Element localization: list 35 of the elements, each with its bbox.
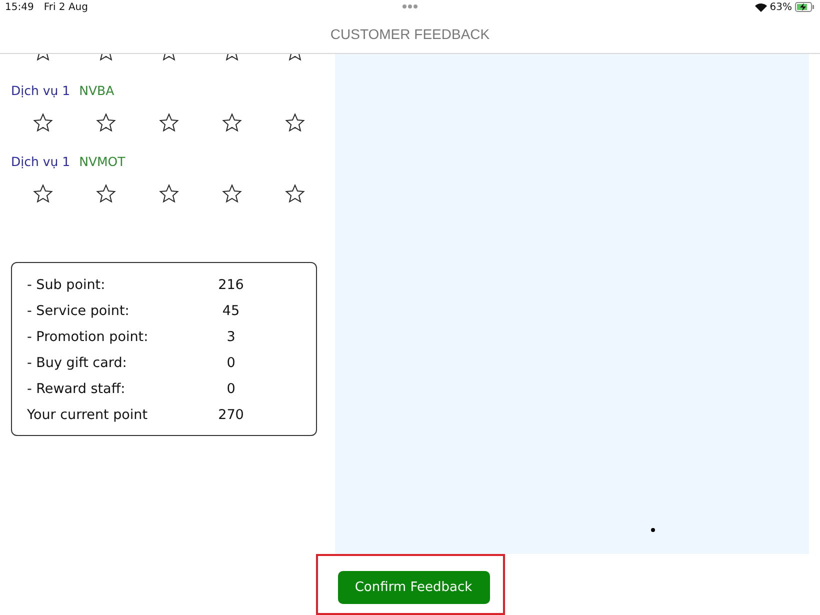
point-value: 216 xyxy=(217,277,245,293)
point-value: 0 xyxy=(226,355,236,371)
point-value: 0 xyxy=(226,381,236,397)
star-icon[interactable] xyxy=(222,184,242,203)
status-time: 15:49 xyxy=(5,2,34,12)
point-value: 45 xyxy=(221,303,241,319)
staff-name: NVBA xyxy=(79,83,114,98)
star-icon[interactable] xyxy=(96,113,116,132)
point-label: - Reward staff: xyxy=(27,381,126,397)
battery-percent: 63% xyxy=(770,2,792,12)
star-icon[interactable] xyxy=(222,113,242,132)
point-value: 270 xyxy=(217,407,245,423)
point-label: Your current point xyxy=(27,407,149,423)
star-icon[interactable] xyxy=(96,184,116,203)
star-icon[interactable] xyxy=(285,113,305,132)
wifi-icon xyxy=(754,2,767,12)
point-value: 3 xyxy=(226,329,236,345)
page-title: CUSTOMER FEEDBACK xyxy=(330,26,490,42)
more-icon[interactable] xyxy=(402,4,418,9)
point-label: - Buy gift card: xyxy=(27,355,128,371)
star-icon[interactable] xyxy=(33,113,53,132)
star-icon[interactable] xyxy=(159,184,179,203)
star-icon[interactable] xyxy=(33,184,53,203)
service-name: Dịch vụ 1 xyxy=(11,154,70,169)
point-label: - Service point: xyxy=(27,303,130,319)
star-icon[interactable] xyxy=(159,113,179,132)
point-label: - Promotion point: xyxy=(27,329,150,345)
confirm-button[interactable]: Confirm Feedback xyxy=(338,571,490,604)
battery-icon xyxy=(795,2,815,12)
staff-name: NVMOT xyxy=(79,154,126,169)
service-name: Dịch vụ 1 xyxy=(11,83,70,98)
star-icon[interactable] xyxy=(285,184,305,203)
point-label: - Sub point: xyxy=(27,277,106,293)
status-date: Fri 2 Aug xyxy=(44,2,88,12)
dot-icon xyxy=(651,528,655,532)
